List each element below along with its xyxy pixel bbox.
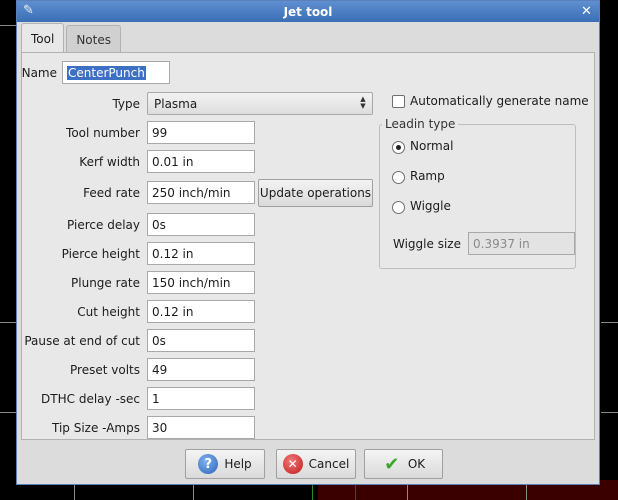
grid-line — [0, 322, 16, 323]
pierce-height-label: Pierce height — [61, 247, 140, 261]
cut-height-label: Cut height — [77, 305, 140, 319]
window-title: Jet tool — [283, 4, 333, 19]
name-field[interactable]: CenterPunch — [62, 61, 170, 84]
leadin-ramp-label: Ramp — [410, 169, 445, 183]
grid-line — [601, 412, 618, 413]
plunge-rate-label: Plunge rate — [71, 276, 140, 290]
tool-number-label: Tool number — [66, 126, 140, 140]
feed-rate-field[interactable]: 250 inch/min — [147, 181, 255, 204]
ok-button[interactable]: ✔ OK — [364, 449, 443, 479]
help-icon: ? — [198, 454, 219, 474]
grid-line — [526, 485, 527, 500]
kerf-width-field[interactable]: 0.01 in — [147, 150, 255, 173]
wiggle-size-field[interactable]: 0.3937 in — [468, 232, 575, 255]
tab-notes[interactable]: Notes — [66, 25, 121, 53]
pause-end-field[interactable]: 0s — [147, 329, 255, 352]
update-operations-button[interactable]: Update operations — [258, 179, 373, 207]
help-button-label: Help — [224, 457, 252, 471]
tab-bar: Tool Notes — [21, 23, 121, 53]
pencil-icon: ✎ — [23, 3, 34, 18]
feed-rate-label: Feed rate — [83, 186, 140, 200]
kerf-width-label: Kerf width — [79, 155, 140, 169]
tool-tab-pane: Name CenterPunch Type Plasma ▲ ▼ Tool num… — [21, 52, 595, 440]
title-bar[interactable]: ✎ Jet tool ✕ — [17, 1, 599, 22]
checkmark-icon: ✔ — [384, 453, 400, 475]
grid-line — [74, 485, 75, 500]
wiggle-size-label: Wiggle size — [393, 237, 461, 251]
grid-line — [0, 412, 16, 413]
cancel-button[interactable]: ✕ Cancel — [276, 449, 356, 479]
cut-height-field[interactable]: 0.12 in — [147, 300, 255, 323]
dthc-delay-label: DTHC delay -sec — [41, 392, 140, 406]
tip-size-label: Tip Size -Amps — [51, 421, 140, 435]
leadin-normal-label: Normal — [410, 139, 454, 153]
grid-line — [355, 485, 356, 500]
grid-line — [0, 25, 16, 26]
leadin-wiggle-radio[interactable] — [392, 201, 405, 214]
pause-end-label: Pause at end of cut — [24, 334, 140, 348]
cancel-icon: ✕ — [282, 454, 303, 474]
tool-number-field[interactable]: 99 — [147, 121, 255, 144]
updown-arrows-icon: ▲ ▼ — [360, 95, 366, 110]
type-label: Type — [112, 97, 140, 111]
leadin-normal-radio[interactable] — [392, 141, 405, 154]
pierce-height-field[interactable]: 0.12 in — [147, 242, 255, 265]
name-label: Name — [21, 66, 57, 80]
grid-line — [601, 322, 618, 323]
leadin-type-title: Leadin type — [382, 117, 459, 131]
type-value: Plasma — [154, 96, 198, 111]
leadin-ramp-radio[interactable] — [392, 171, 405, 184]
preset-volts-field[interactable]: 49 — [147, 358, 255, 381]
ok-button-label: OK — [407, 457, 426, 471]
close-icon[interactable]: ✕ — [579, 4, 594, 19]
grid-line — [312, 485, 313, 500]
type-select[interactable]: Plasma ▲ ▼ — [147, 92, 373, 115]
preset-volts-label: Preset volts — [70, 363, 140, 377]
help-button[interactable]: ? Help — [185, 449, 265, 479]
tab-tool[interactable]: Tool — [21, 23, 65, 53]
auto-name-label: Automatically generate name — [410, 94, 589, 108]
jet-tool-dialog: ✎ Jet tool ✕ Tool Notes Name CenterPunch… — [16, 0, 600, 485]
grid-line — [407, 485, 408, 500]
tip-size-field[interactable]: 30 — [147, 416, 255, 439]
plunge-rate-field[interactable]: 150 inch/min — [147, 271, 255, 294]
grid-line — [193, 485, 194, 500]
pierce-delay-field[interactable]: 0s — [147, 213, 255, 236]
name-value: CenterPunch — [67, 65, 146, 80]
dthc-delay-field[interactable]: 1 — [147, 387, 255, 410]
auto-name-checkbox[interactable] — [392, 95, 405, 108]
pierce-delay-label: Pierce delay — [67, 218, 140, 232]
cancel-button-label: Cancel — [308, 457, 350, 471]
leadin-wiggle-label: Wiggle — [410, 199, 451, 213]
